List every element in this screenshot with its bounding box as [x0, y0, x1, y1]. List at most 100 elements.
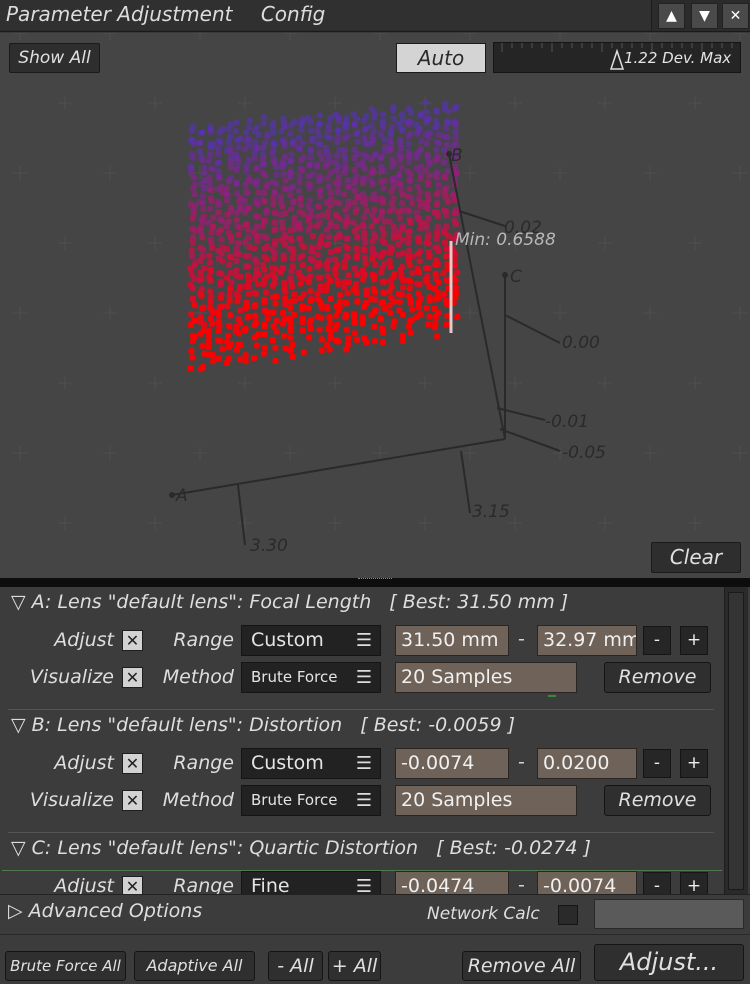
sample-point	[205, 157, 212, 164]
sample-point	[387, 277, 394, 284]
sample-point	[200, 247, 207, 253]
sample-point	[260, 145, 267, 152]
adjust-checkbox-a[interactable]: ✕	[122, 630, 143, 651]
range-max-b[interactable]: 0.0200	[537, 748, 637, 779]
sample-point	[233, 209, 240, 216]
sample-point	[207, 205, 214, 212]
sample-point	[254, 233, 261, 239]
sample-point	[327, 320, 334, 327]
sample-point	[416, 269, 423, 276]
method-select-b[interactable]: Brute Force ☰	[241, 785, 381, 816]
adjust-checkbox-c[interactable]: ✕	[122, 876, 143, 894]
sample-point	[223, 360, 230, 367]
network-calc-checkbox[interactable]	[558, 905, 578, 925]
sample-point	[287, 227, 294, 234]
remove-button-b[interactable]: Remove	[604, 785, 711, 816]
method-value: Brute Force	[251, 668, 338, 686]
sample-point	[354, 336, 360, 343]
sample-point	[363, 208, 370, 214]
range-select-c[interactable]: Fine ☰	[241, 871, 381, 894]
sample-point-cloud	[187, 99, 461, 373]
sample-point	[200, 206, 207, 213]
network-calc-label: Network Calc	[427, 904, 540, 924]
splitter-grip[interactable]	[358, 578, 392, 581]
advanced-options-toggle[interactable]: ▷ Advanced Options	[8, 900, 202, 922]
sample-point	[297, 146, 304, 153]
adjust-checkbox-b[interactable]: ✕	[122, 753, 143, 774]
increase-button-c[interactable]: +	[680, 872, 708, 894]
sample-point	[187, 365, 194, 372]
plot-viewport[interactable]: A B C 0.02 0.00 -0.01 -0.05 3.15 3.30 Mi…	[0, 33, 750, 578]
sample-point	[368, 296, 375, 303]
add-all-samples-button[interactable]: + All	[328, 951, 381, 981]
sample-point	[289, 255, 296, 262]
decrease-button-c[interactable]: -	[643, 872, 671, 894]
scrollbar-thumb[interactable]	[728, 592, 744, 890]
adjust-button[interactable]: Adjust...	[594, 944, 744, 981]
range-select-a[interactable]: Custom ☰	[241, 625, 381, 656]
sample-point	[290, 262, 296, 269]
sample-point	[219, 258, 226, 265]
brute-force-all-button[interactable]: Brute Force All	[5, 951, 126, 981]
sample-point	[391, 227, 398, 234]
sample-point	[337, 292, 343, 299]
decrease-button-b[interactable]: -	[643, 749, 671, 778]
clear-button[interactable]: Clear	[651, 542, 741, 573]
sample-point	[288, 206, 295, 213]
config-tab[interactable]: Config	[261, 2, 326, 26]
sample-point	[336, 216, 343, 223]
range-select-b[interactable]: Custom ☰	[241, 748, 381, 779]
sample-point	[360, 276, 367, 283]
adaptive-all-button[interactable]: Adaptive All	[134, 951, 255, 981]
move-up-button[interactable]: ▲	[658, 3, 685, 29]
sample-point	[426, 159, 433, 166]
sample-point	[251, 245, 258, 252]
close-button[interactable]: ✕	[722, 3, 749, 29]
remove-button-a[interactable]: Remove	[604, 662, 711, 693]
samples-field-a[interactable]: 20 Samples	[395, 662, 577, 693]
parameter-plot[interactable]: A B C 0.02 0.00 -0.01 -0.05 3.15 3.30 Mi…	[0, 33, 750, 578]
range-max-c[interactable]: -0.0074	[537, 871, 637, 894]
range-min-c[interactable]: -0.0474	[395, 871, 509, 894]
sample-point	[226, 323, 233, 330]
param-c-header[interactable]: ▽ C: Lens "default lens": Quartic Distor…	[11, 837, 591, 859]
sample-point	[387, 244, 394, 251]
visualize-checkbox-b[interactable]: ✕	[122, 790, 143, 811]
sample-point	[300, 211, 307, 217]
increase-button-a[interactable]: +	[680, 626, 708, 655]
decrease-button-a[interactable]: -	[643, 626, 671, 655]
sample-point	[369, 140, 375, 147]
remove-all-samples-button[interactable]: - All	[268, 951, 323, 981]
method-select-a[interactable]: Brute Force ☰	[241, 662, 381, 693]
sample-point	[305, 217, 312, 224]
network-calc-field[interactable]	[594, 899, 744, 929]
samples-field-b[interactable]: 20 Samples	[395, 785, 577, 816]
sample-point	[341, 146, 348, 153]
sample-point	[316, 326, 323, 333]
sample-point	[189, 285, 196, 291]
sample-point	[425, 134, 432, 141]
sample-point	[261, 266, 268, 273]
auto-button[interactable]: Auto	[396, 43, 486, 73]
range-max-a[interactable]: 32.97 mm	[537, 625, 637, 656]
panel-splitter[interactable]	[0, 578, 750, 587]
range-min-a[interactable]: 31.50 mm	[395, 625, 509, 656]
move-down-button[interactable]: ▼	[691, 3, 718, 29]
range-min-b[interactable]: -0.0074	[395, 748, 509, 779]
remove-all-button[interactable]: Remove All	[462, 951, 581, 981]
sample-point	[327, 115, 334, 122]
deviation-slider[interactable]: 1.22 Dev. Max	[493, 42, 741, 73]
sample-point	[351, 187, 358, 194]
sample-point	[344, 177, 351, 184]
visualize-checkbox-a[interactable]: ✕	[122, 667, 143, 688]
param-b-header[interactable]: ▽ B: Lens "default lens": Distortion [ B…	[11, 714, 515, 736]
sample-point	[405, 121, 412, 128]
sample-point	[261, 190, 268, 196]
sample-point	[297, 295, 304, 301]
sample-point	[351, 199, 358, 206]
increase-button-b[interactable]: +	[680, 749, 708, 778]
sample-point	[332, 265, 339, 272]
sample-point	[360, 214, 367, 221]
show-all-button[interactable]: Show All	[9, 43, 100, 73]
param-a-header[interactable]: ▽ A: Lens "default lens": Focal Length […	[11, 591, 568, 613]
